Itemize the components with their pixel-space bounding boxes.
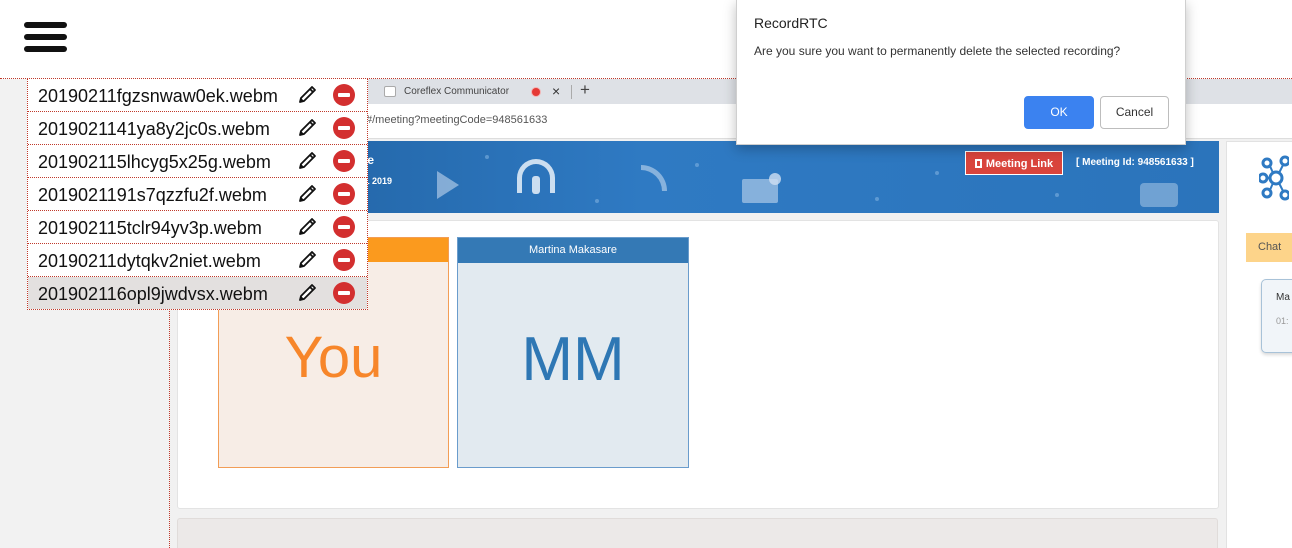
pencil-icon[interactable] xyxy=(296,117,320,139)
delete-icon[interactable] xyxy=(333,216,355,238)
meeting-id-label: [ Meeting Id: 948561633 ] xyxy=(1076,157,1194,168)
ok-button[interactable]: OK xyxy=(1024,96,1094,129)
recordings-list: 20190211fgzsnwaw0ek.webm 2019021141ya8y2j… xyxy=(27,78,368,310)
recording-name[interactable]: 2019021191s7qzzfu2f.webm xyxy=(38,185,267,206)
tile-header: Martina Makasare xyxy=(458,238,688,263)
tab-divider xyxy=(571,85,572,99)
recording-name[interactable]: 201902115tclr94yv3p.webm xyxy=(38,218,262,239)
participant-initials: MM xyxy=(521,325,625,394)
delete-icon[interactable] xyxy=(333,150,355,172)
bottom-panel xyxy=(177,518,1218,548)
play-icon[interactable] xyxy=(437,171,459,199)
confirm-dialog: RecordRTC Are you sure you want to perma… xyxy=(736,0,1186,145)
recording-name[interactable]: 20190211fgzsnwaw0ek.webm xyxy=(38,86,278,107)
delete-icon[interactable] xyxy=(333,117,355,139)
delete-icon[interactable] xyxy=(333,282,355,304)
recording-item[interactable]: 201902115tclr94yv3p.webm xyxy=(28,211,367,244)
banner-dot xyxy=(595,199,599,203)
chat-card-time: 01: xyxy=(1276,316,1289,326)
browser-tab-title: Coreflex Communicator xyxy=(404,86,510,97)
recording-name[interactable]: 20190211dytqkv2niet.webm xyxy=(38,251,261,272)
delete-icon[interactable] xyxy=(333,249,355,271)
dialog-title: RecordRTC xyxy=(754,15,828,31)
chat-message-card[interactable]: Ma 01: xyxy=(1261,279,1292,353)
pencil-icon[interactable] xyxy=(296,183,320,205)
browser-tab[interactable]: Coreflex Communicator × xyxy=(372,80,576,104)
meeting-link-label: Meeting Link xyxy=(985,158,1054,170)
hamburger-line xyxy=(24,46,67,52)
recording-indicator-icon xyxy=(532,88,540,96)
chat-card-name: Ma xyxy=(1276,292,1290,303)
banner-dot xyxy=(1055,193,1059,197)
recording-item[interactable]: 2019021191s7qzzfu2f.webm xyxy=(28,178,367,211)
page-favicon-icon xyxy=(384,86,396,97)
copy-doc-icon xyxy=(974,159,982,168)
recording-item[interactable]: 2019021141ya8y2jc0s.webm xyxy=(28,112,367,145)
banner-dot xyxy=(935,171,939,175)
network-logo-icon xyxy=(1259,155,1289,201)
banner-dot xyxy=(695,163,699,167)
recording-item[interactable]: 20190211fgzsnwaw0ek.webm xyxy=(28,79,367,112)
cancel-button[interactable]: Cancel xyxy=(1100,96,1169,129)
recording-name[interactable]: 2019021141ya8y2jc0s.webm xyxy=(38,119,270,140)
pencil-icon[interactable] xyxy=(296,216,320,238)
recording-item[interactable]: 201902116opl9jwdvsx.webm xyxy=(28,277,367,309)
chat-tab[interactable]: Chat xyxy=(1246,233,1292,262)
pencil-icon[interactable] xyxy=(296,84,320,106)
banner-dot xyxy=(875,197,879,201)
pencil-icon[interactable] xyxy=(296,249,320,271)
right-side-panel: Chat Ma 01: xyxy=(1226,141,1292,548)
url-text: #/meeting?meetingCode=948561633 xyxy=(366,114,548,126)
recording-item[interactable]: 201902115lhcyg5x25g.webm xyxy=(28,145,367,178)
wifi-icon[interactable] xyxy=(641,165,667,191)
tab-close-icon[interactable]: × xyxy=(552,83,560,99)
delete-icon[interactable] xyxy=(333,183,355,205)
recording-item[interactable]: 20190211dytqkv2niet.webm xyxy=(28,244,367,277)
delete-icon[interactable] xyxy=(333,84,355,106)
pencil-icon[interactable] xyxy=(296,150,320,172)
hamburger-menu-icon[interactable] xyxy=(24,22,68,54)
participant-initials: You xyxy=(284,325,383,390)
mail-badge xyxy=(769,173,781,185)
pencil-icon[interactable] xyxy=(296,282,320,304)
dialog-message: Are you sure you want to permanently del… xyxy=(754,44,1121,58)
recording-name[interactable]: 201902115lhcyg5x25g.webm xyxy=(38,152,271,173)
new-tab-icon[interactable]: + xyxy=(580,80,590,100)
hamburger-line xyxy=(24,34,67,40)
meeting-link-button[interactable]: Meeting Link xyxy=(965,151,1063,175)
hamburger-line xyxy=(24,22,67,28)
headset-icon[interactable] xyxy=(517,159,555,194)
banner-dot xyxy=(485,155,489,159)
chat-icon[interactable] xyxy=(1140,183,1178,207)
recording-name[interactable]: 201902116opl9jwdvsx.webm xyxy=(38,284,268,305)
participant-tile-mm[interactable]: Martina Makasare MM xyxy=(457,237,689,468)
